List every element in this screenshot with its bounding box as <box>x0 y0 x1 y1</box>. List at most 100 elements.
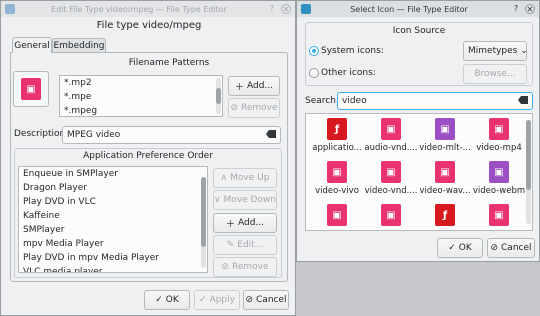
remove-icon: ⊘ <box>221 262 229 272</box>
list-item[interactable]: Play DVD in mpv Media Player <box>19 251 207 265</box>
icon-label: video-vivo <box>315 186 359 196</box>
other-icons-label[interactable]: Other icons: <box>321 68 376 78</box>
list-item[interactable]: *.mpe <box>60 90 222 104</box>
system-icons-radio[interactable] <box>309 46 319 56</box>
mimetype-icon: ▣ <box>381 118 401 140</box>
mimetype-icon: ▣ <box>435 118 455 140</box>
filename-patterns-list[interactable]: *.mp2 *.mpe *.mpeg <box>59 75 223 117</box>
description-field[interactable]: MPEG video <box>62 126 281 144</box>
cancel-icon: ⊘ <box>245 295 254 305</box>
app-remove-button[interactable]: ⊘ Remove <box>213 257 277 277</box>
apply-button[interactable]: ✓ Apply <box>194 290 240 310</box>
description-label: Description: <box>14 129 69 139</box>
icon-grid-item[interactable]: ▣ video-mp4 <box>472 118 526 158</box>
icon-grid-item[interactable]: ▣ video-wav... <box>418 161 472 201</box>
icon-grid-item[interactable]: ▣ <box>364 204 418 230</box>
icon-source-title: Icon Source <box>392 26 446 36</box>
search-label: Search: <box>305 96 339 106</box>
icon-cancel-button[interactable]: ⊘ Cancel <box>487 238 535 258</box>
icon-grid-item[interactable]: ▣ video-mlt-... <box>418 118 472 158</box>
app-icon <box>5 4 15 14</box>
icon-grid[interactable]: ƒ applicatio... ▣ audio-vnd.... ▣ video-mlt-.… <box>305 113 533 231</box>
right-window-title: Select Icon — File Type Editor <box>350 4 468 14</box>
icon-grid-item[interactable]: ƒ <box>418 204 472 230</box>
mimetype-icon: ▣ <box>489 204 509 226</box>
list-item[interactable]: *.mp2 <box>60 76 222 90</box>
chevron-down-icon: ⌄ <box>520 46 528 56</box>
mimetype-icon: ▣ <box>435 161 455 183</box>
remove-icon: ⊘ <box>230 103 238 113</box>
check-icon: ✓ <box>448 243 456 253</box>
system-icons-label[interactable]: System icons: <box>321 46 384 56</box>
app-preference-list[interactable]: Enqueue in SMPlayer Dragon Player Play D… <box>18 166 208 273</box>
cancel-icon: ⊘ <box>490 243 499 253</box>
icon-grid-item[interactable]: ▣ <box>472 204 526 230</box>
app-edit-button[interactable]: ✎ Edit... <box>213 235 277 255</box>
filename-patterns-title: Filename Patterns <box>128 58 210 68</box>
plus-icon: ＋ <box>234 82 244 93</box>
list-item[interactable]: Enqueue in SMPlayer <box>19 167 207 181</box>
icon-grid-item[interactable]: ▣ video-vnd.... <box>364 161 418 201</box>
right-titlebar[interactable]: Select Icon — File Type Editor ? ✕ <box>297 1 539 17</box>
apps-scrollbar[interactable] <box>201 177 206 268</box>
list-item[interactable]: mpv Media Player <box>19 237 207 251</box>
list-item[interactable]: *.mpeg <box>60 104 222 116</box>
mimetype-icon: ƒ <box>435 204 455 226</box>
icon-grid-item[interactable]: ▣ <box>310 204 364 230</box>
icon-grid-scrollbar[interactable] <box>526 120 531 224</box>
mimetype-icon: ▣ <box>381 161 401 183</box>
mimetype-icon: ▣ <box>489 118 509 140</box>
video-file-icon: ▣ <box>21 78 41 100</box>
close-icon[interactable]: ✕ <box>525 4 535 14</box>
icon-grid-item[interactable]: ▣ video-vivo <box>310 161 364 201</box>
tab-embedding[interactable]: Embedding <box>52 38 106 53</box>
list-item[interactable]: Kaffeine <box>19 209 207 223</box>
close-icon[interactable]: ✕ <box>281 4 291 14</box>
pattern-remove-button[interactable]: ⊘ Remove <box>228 98 280 118</box>
browse-button[interactable]: Browse... <box>463 64 527 84</box>
icon-label: video-webm <box>472 186 526 196</box>
edit-icon: ✎ <box>226 240 235 250</box>
file-type-heading: File type video/mpeg <box>96 20 202 31</box>
icon-label: applicatio... <box>312 143 362 153</box>
list-item[interactable]: Dragon Player <box>19 181 207 195</box>
list-item[interactable]: SMPlayer <box>19 223 207 237</box>
icon-label: audio-vnd.... <box>364 143 418 153</box>
help-icon[interactable]: ? <box>267 4 277 14</box>
icon-ok-button[interactable]: ✓ OK <box>437 238 483 258</box>
patterns-scrollbar[interactable] <box>216 78 221 114</box>
icon-label: video-mlt-... <box>419 143 471 153</box>
icon-grid-item[interactable]: ƒ applicatio... <box>310 118 364 158</box>
app-add-button[interactable]: ＋ Add... <box>213 213 277 233</box>
left-titlebar[interactable]: Edit File Type video/mpeg — File Type Ed… <box>1 1 295 17</box>
clear-icon[interactable] <box>518 96 528 104</box>
cancel-button[interactable]: ⊘ Cancel <box>243 290 289 310</box>
icon-label: video-mp4 <box>476 143 522 153</box>
search-input[interactable]: video <box>337 92 533 110</box>
mimetype-icon: ▣ <box>327 204 347 226</box>
mimetype-icon: ƒ <box>327 118 347 140</box>
help-icon[interactable]: ? <box>511 4 521 14</box>
icon-grid-item[interactable]: ▣ audio-vnd.... <box>364 118 418 158</box>
list-item[interactable]: Play DVD in VLC <box>19 195 207 209</box>
other-icons-radio[interactable] <box>309 68 319 78</box>
select-icon-window: Select Icon — File Type Editor ? ✕ Icon … <box>296 0 540 262</box>
pattern-add-button[interactable]: ＋ Add... <box>228 76 280 96</box>
left-window-title: Edit File Type video/mpeg — File Type Ed… <box>51 4 227 14</box>
mimetype-icon: ▣ <box>489 161 509 183</box>
move-down-button[interactable]: ∨ Move Down <box>213 190 277 210</box>
ok-button[interactable]: ✓ OK <box>144 290 190 310</box>
clear-icon[interactable] <box>266 130 276 138</box>
app-preference-title: Application Preference Order <box>83 151 213 161</box>
mimetype-icon: ▣ <box>327 161 347 183</box>
category-select[interactable]: Mimetypes ⌄ <box>463 41 528 61</box>
icon-label: video-vnd.... <box>364 186 418 196</box>
check-icon: ✓ <box>155 295 163 305</box>
list-item[interactable]: VLC media player <box>19 265 207 272</box>
plus-icon: ＋ <box>225 219 235 230</box>
tab-general[interactable]: General <box>12 37 52 53</box>
arrow-down-icon: ∨ <box>213 195 221 205</box>
icon-grid-item[interactable]: ▣ video-webm <box>472 161 526 201</box>
file-type-icon-button[interactable]: ▣ <box>13 71 49 107</box>
move-up-button[interactable]: ∧ Move Up <box>213 168 277 188</box>
